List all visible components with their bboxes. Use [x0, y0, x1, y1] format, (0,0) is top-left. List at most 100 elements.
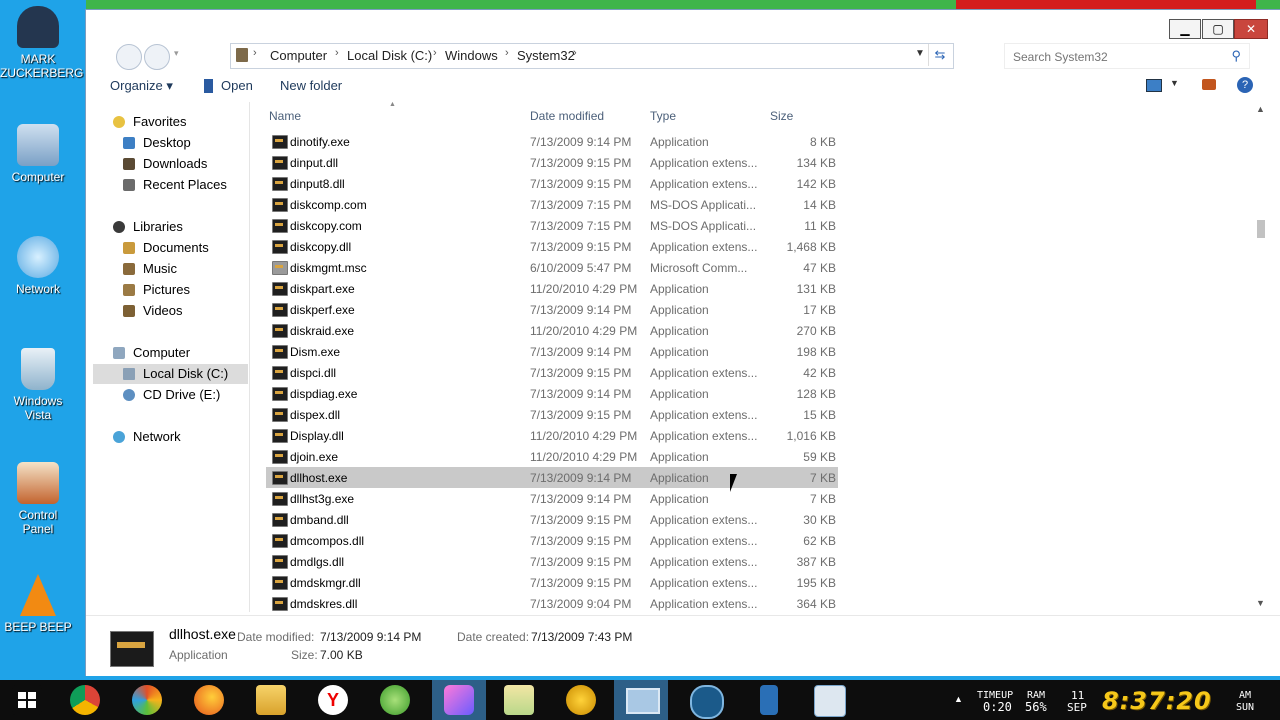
sidebar-item-recent-places[interactable]: Recent Places	[93, 175, 249, 195]
file-row[interactable]: dinput8.dll 7/13/2009 9:15 PM Application …	[266, 173, 838, 194]
back-button[interactable]	[116, 44, 142, 70]
file-row[interactable]: Dism.exe 7/13/2009 9:14 PM Application 198 …	[266, 341, 838, 362]
preview-pane-icon[interactable]	[1202, 79, 1216, 90]
desktop-icon-label: Windows Vista	[13, 394, 63, 422]
libraries-icon	[113, 221, 125, 233]
file-row[interactable]: dispex.dll 7/13/2009 9:15 PM Application e…	[266, 404, 838, 425]
maximize-button[interactable]: ▢	[1202, 19, 1234, 39]
file-row[interactable]: dmdlgs.dll 7/13/2009 9:15 PM Application e…	[266, 551, 838, 572]
show-hidden-icons-icon[interactable]: ▲	[954, 694, 963, 704]
crystal-icon[interactable]	[432, 680, 486, 720]
search-input[interactable]	[1011, 49, 1215, 65]
file-row[interactable]: Display.dll 11/20/2010 4:29 PM Application…	[266, 425, 838, 446]
sidebar-item-downloads[interactable]: Downloads	[93, 154, 249, 174]
yandex-icon[interactable]: Y	[318, 685, 348, 715]
start-icon[interactable]	[12, 685, 42, 715]
column-header-date[interactable]: Date modified	[530, 109, 604, 123]
address-bar[interactable]: › Computer › Local Disk (C:) › Windows ›…	[230, 43, 954, 69]
breadcrumb-system32[interactable]: System32	[517, 48, 575, 63]
help-icon[interactable]: ?	[1237, 77, 1253, 93]
screen-icon[interactable]	[614, 680, 668, 720]
desktop-icon-mark-zuckerberg[interactable]: MARK ZUCKERBERG	[0, 6, 83, 80]
desktop-icon-network[interactable]: Network	[0, 236, 76, 296]
file-row[interactable]: diskcopy.com 7/13/2009 7:15 PM MS-DOS Appl…	[266, 215, 838, 236]
file-row[interactable]: diskcomp.com 7/13/2009 7:15 PM MS-DOS Appl…	[266, 194, 838, 215]
greenshot-icon[interactable]	[380, 685, 410, 715]
taskbar-clock[interactable]: 8:37:20	[1102, 687, 1212, 715]
address-dropdown-icon[interactable]: ▼	[915, 48, 925, 59]
column-header-size[interactable]: Size	[770, 109, 793, 123]
file-size: 387 KB	[796, 555, 836, 569]
sidebar-item-desktop[interactable]: Desktop	[93, 133, 249, 153]
recent-pages-chevron-icon[interactable]: ▾	[174, 48, 179, 59]
file-icon	[272, 513, 288, 527]
file-row[interactable]: dinput.dll 7/13/2009 9:15 PM Application e…	[266, 152, 838, 173]
breadcrumb-windows[interactable]: Windows	[445, 48, 498, 63]
file-row-selected[interactable]: dllhost.exe 7/13/2009 9:14 PM Application 7…	[266, 467, 838, 488]
taskmanager-icon[interactable]	[814, 685, 846, 717]
sidebar-item-pictures[interactable]: Pictures	[93, 280, 249, 300]
desktop-icon-label: BEEP BEEP	[4, 620, 72, 634]
sidebar-item-documents[interactable]: Documents	[93, 238, 249, 258]
file-row[interactable]: djoin.exe 11/20/2010 4:29 PM Application 59…	[266, 446, 838, 467]
change-view-icon[interactable]	[1146, 79, 1162, 92]
file-row[interactable]: dmband.dll 7/13/2009 9:15 PM Application e…	[266, 509, 838, 530]
forward-button[interactable]	[144, 44, 170, 70]
speed-icon[interactable]	[690, 685, 724, 719]
search-box[interactable]: ⚲	[1004, 43, 1250, 69]
selected-file-large-icon	[110, 631, 154, 667]
file-row[interactable]: dmdskmgr.dll 7/13/2009 9:15 PM Application…	[266, 572, 838, 593]
sidebar-item-network[interactable]: Network	[93, 427, 249, 447]
sidebar-item-local-disk[interactable]: Local Disk (C:)	[93, 364, 248, 384]
search-icon[interactable]: ⚲	[1231, 48, 1241, 64]
desktop-icon-windows-vista[interactable]: Windows Vista	[0, 348, 76, 422]
sidebar-item-cd-drive[interactable]: CD Drive (E:)	[93, 385, 249, 405]
vertical-scrollbar[interactable]: ▲ ▼	[1254, 102, 1268, 614]
organize-menu[interactable]: Organize ▾	[110, 78, 173, 94]
file-row[interactable]: dllhst3g.exe 7/13/2009 9:14 PM Application…	[266, 488, 838, 509]
file-row[interactable]: dinotify.exe 7/13/2009 9:14 PM Application…	[266, 131, 838, 152]
file-row[interactable]: diskcopy.dll 7/13/2009 9:15 PM Application…	[266, 236, 838, 257]
file-row[interactable]: diskmgmt.msc 6/10/2009 5:47 PM Microsoft C…	[266, 257, 838, 278]
file-row[interactable]: diskraid.exe 11/20/2010 4:29 PM Applicatio…	[266, 320, 838, 341]
network-icon	[113, 431, 125, 443]
sidebar-item-music[interactable]: Music	[93, 259, 249, 279]
command-bar: Organize ▾ Open New folder ▼ ?	[86, 73, 1280, 99]
file-name: diskcopy.com	[290, 219, 362, 233]
sidebar-item-libraries[interactable]: Libraries	[93, 217, 249, 237]
videos-icon	[123, 305, 135, 317]
close-button[interactable]: ✕	[1234, 19, 1268, 39]
column-header-name[interactable]: Name	[269, 109, 301, 123]
file-row[interactable]: dmdskres.dll 7/13/2009 9:04 PM Application…	[266, 593, 838, 614]
sidebar-item-computer[interactable]: Computer	[93, 343, 249, 363]
column-header-type[interactable]: Type	[650, 109, 676, 123]
minimize-button[interactable]: ▁	[1169, 19, 1201, 39]
new-folder-button[interactable]: New folder	[280, 78, 342, 93]
chrome-icon[interactable]	[70, 685, 100, 715]
scroll-down-icon[interactable]: ▼	[1256, 598, 1265, 608]
sidebar-item-favorites[interactable]: Favorites	[93, 112, 249, 132]
phone-icon[interactable]	[760, 685, 778, 715]
sidebar-item-videos[interactable]: Videos	[93, 301, 249, 321]
view-options-chevron-icon[interactable]: ▼	[1170, 78, 1179, 88]
scrollbar-thumb[interactable]	[1257, 220, 1265, 238]
desktop-icon-control-panel[interactable]: Control Panel	[0, 462, 76, 536]
explorer-folder-icon[interactable]	[256, 685, 286, 715]
desktop-icon-computer[interactable]: Computer	[0, 124, 76, 184]
browser-icon[interactable]	[132, 685, 162, 715]
breadcrumb-local-disk[interactable]: Local Disk (C:)	[347, 48, 432, 63]
file-row[interactable]: dispdiag.exe 7/13/2009 9:14 PM Application…	[266, 383, 838, 404]
breadcrumb-computer[interactable]: Computer	[270, 48, 327, 63]
open-button[interactable]: Open	[221, 78, 253, 93]
title-bar[interactable]: ▁ ▢ ✕	[86, 10, 1280, 40]
scroll-up-icon[interactable]: ▲	[1256, 104, 1265, 114]
desktop-icon-beep-beep[interactable]: BEEP BEEP	[0, 574, 76, 634]
refresh-icon[interactable]: ⇆	[928, 44, 951, 66]
file-row[interactable]: diskperf.exe 7/13/2009 9:14 PM Application…	[266, 299, 838, 320]
file-row[interactable]: diskpart.exe 11/20/2010 4:29 PM Applicatio…	[266, 278, 838, 299]
file-row[interactable]: dmcompos.dll 7/13/2009 9:15 PM Application…	[266, 530, 838, 551]
firefox-icon[interactable]	[194, 685, 224, 715]
folder-icon[interactable]	[504, 685, 534, 715]
yahoo-icon[interactable]	[566, 685, 596, 715]
file-row[interactable]: dispci.dll 7/13/2009 9:15 PM Application e…	[266, 362, 838, 383]
